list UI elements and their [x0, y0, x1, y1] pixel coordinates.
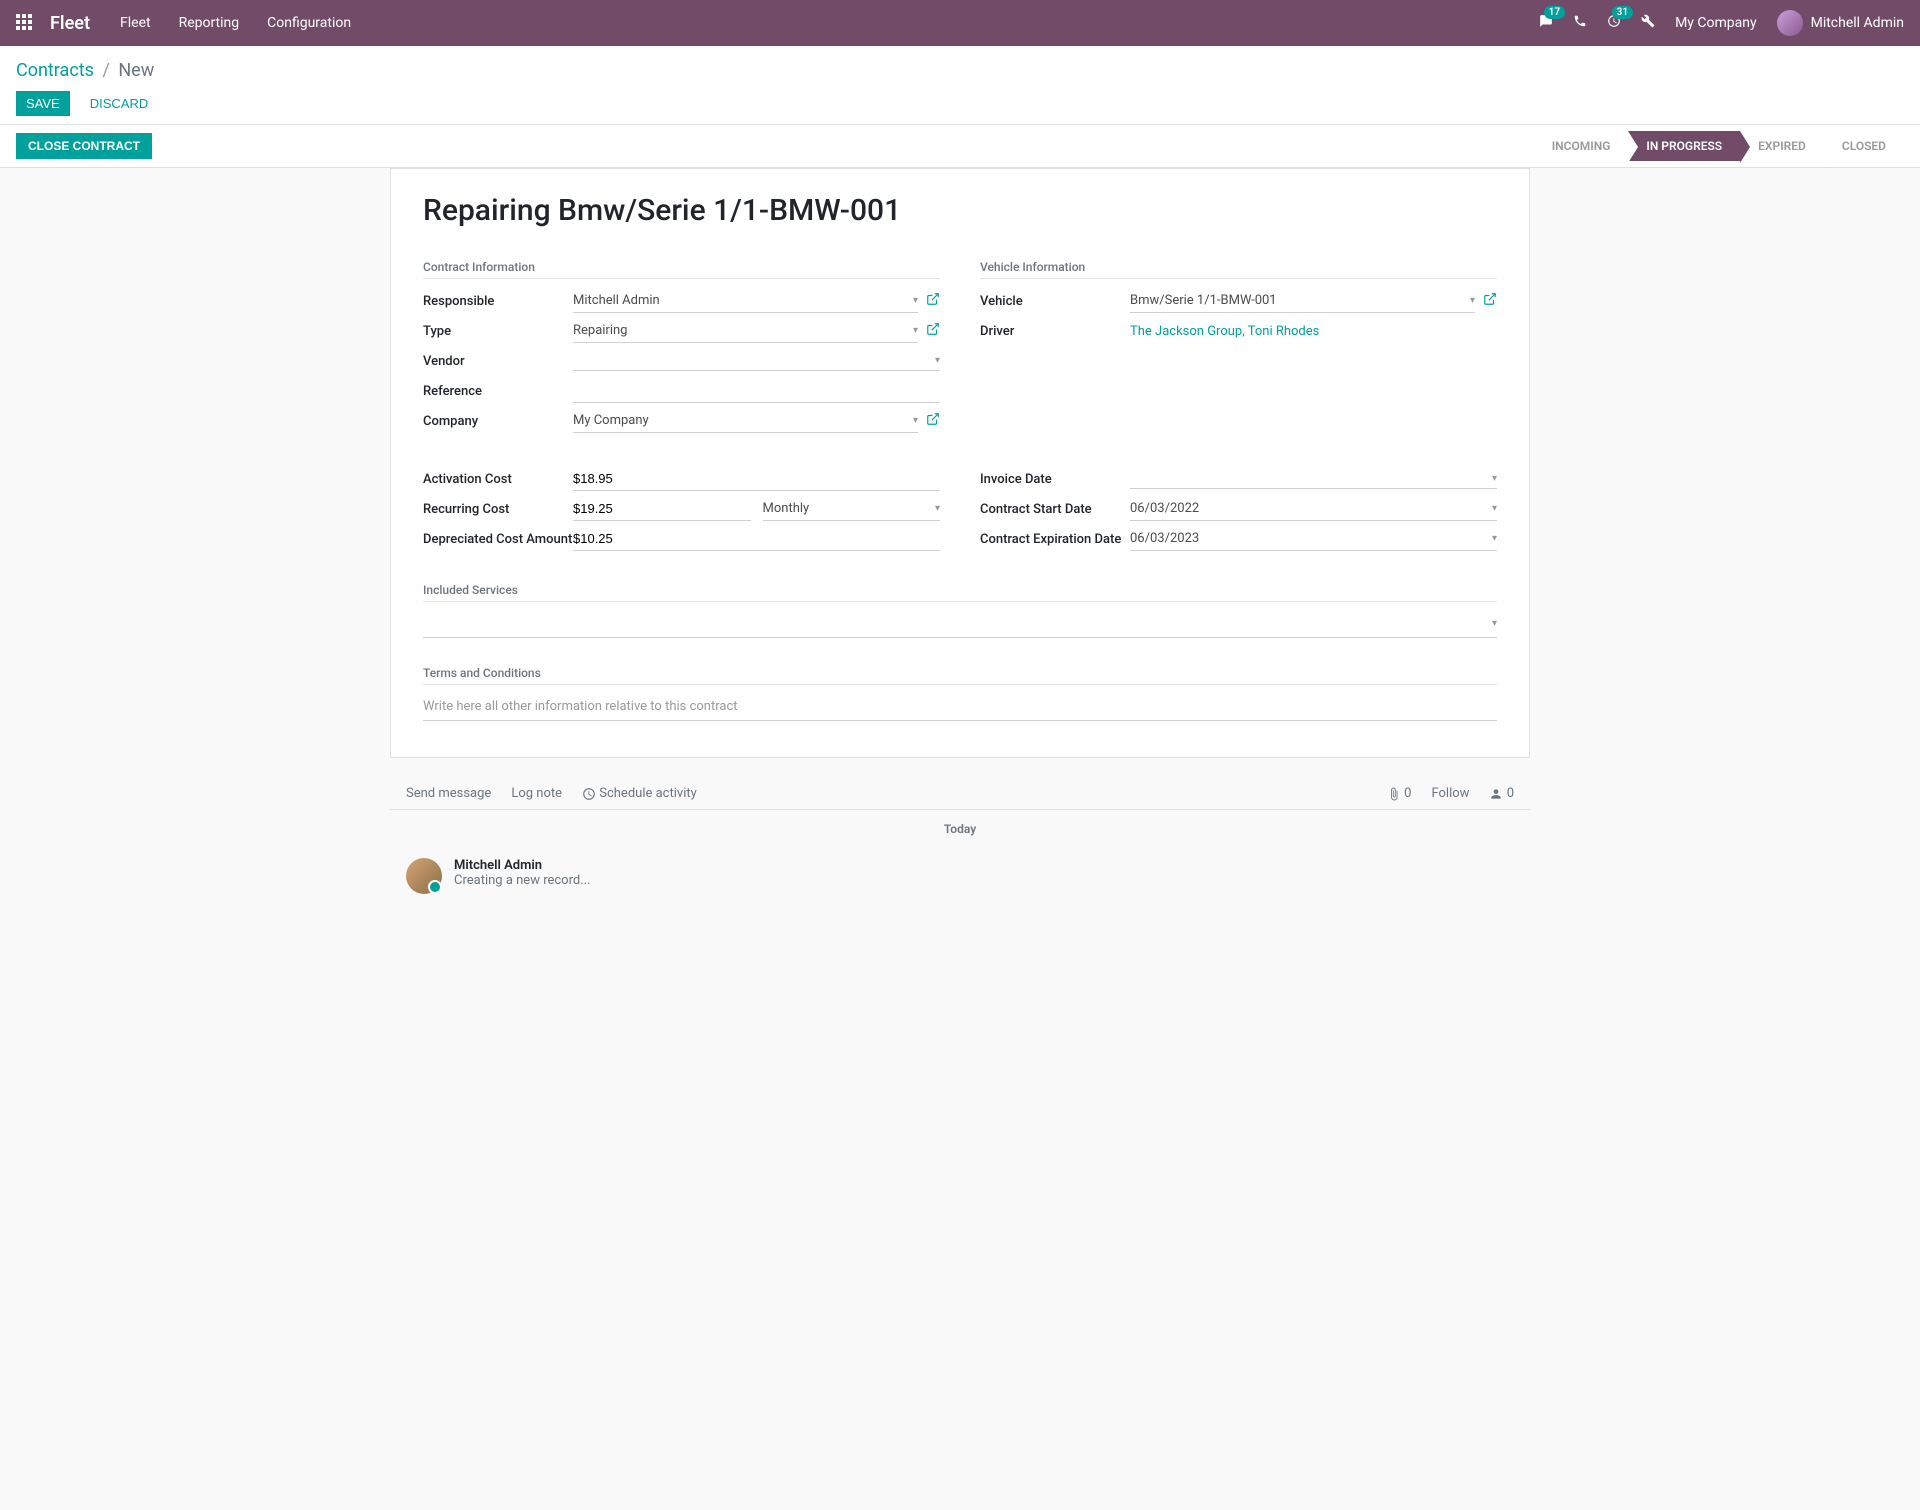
chatter-date-header: Today — [390, 822, 1530, 836]
status-in-progress[interactable]: IN PROGRESS — [1628, 131, 1740, 161]
input-type[interactable]: Repairing▾ — [573, 319, 918, 343]
nav-configuration[interactable]: Configuration — [267, 15, 351, 31]
label-vendor: Vendor — [423, 354, 573, 369]
message-author: Mitchell Admin — [454, 858, 591, 873]
close-contract-button[interactable]: CLOSE CONTRACT — [16, 133, 152, 159]
label-recurring-cost: Recurring Cost — [423, 502, 573, 517]
input-included-services[interactable]: ▾ — [423, 610, 1497, 638]
apps-icon[interactable] — [16, 14, 34, 32]
log-note-button[interactable]: Log note — [511, 786, 562, 801]
activity-icon[interactable]: 31 — [1607, 14, 1621, 32]
label-start-date: Contract Start Date — [980, 502, 1130, 517]
breadcrumb: Contracts / New — [16, 60, 1904, 81]
chat-icon[interactable]: 17 — [1539, 14, 1553, 32]
send-message-button[interactable]: Send message — [406, 786, 491, 801]
input-recurring-period[interactable]: Monthly▾ — [763, 497, 941, 521]
followers-count[interactable]: 0 — [1489, 786, 1514, 801]
user-menu[interactable]: Mitchell Admin — [1777, 10, 1904, 36]
input-terms[interactable]: Write here all other information relativ… — [423, 693, 1497, 721]
label-reference: Reference — [423, 384, 573, 399]
label-invoice-date: Invoice Date — [980, 472, 1130, 487]
label-driver: Driver — [980, 324, 1130, 339]
form-sheet: Repairing Bmw/Serie 1/1-BMW-001 Contract… — [390, 168, 1530, 758]
breadcrumb-bar: Contracts / New SAVE DISCARD — [0, 46, 1920, 125]
input-reference[interactable] — [573, 379, 940, 403]
external-link-icon[interactable] — [926, 292, 940, 310]
chat-badge: 17 — [1544, 6, 1565, 19]
phone-icon[interactable] — [1573, 14, 1587, 32]
message-body: Creating a new record... — [454, 873, 591, 888]
chevron-down-icon[interactable]: ▾ — [1492, 503, 1497, 514]
label-activation-cost: Activation Cost — [423, 472, 573, 487]
input-activation-cost[interactable] — [573, 467, 940, 491]
chevron-down-icon[interactable]: ▾ — [935, 355, 940, 366]
label-expiration-date: Contract Expiration Date — [980, 532, 1130, 547]
status-expired[interactable]: EXPIRED — [1740, 131, 1824, 161]
save-button[interactable]: SAVE — [16, 91, 70, 116]
input-vendor[interactable]: ▾ — [573, 351, 940, 371]
input-responsible[interactable]: Mitchell Admin▾ — [573, 289, 918, 313]
chatter: Send message Log note Schedule activity … — [390, 778, 1530, 904]
top-navbar: Fleet Fleet Reporting Configuration 17 3… — [0, 0, 1920, 46]
tools-icon[interactable] — [1641, 14, 1655, 32]
section-included-services: Included Services — [423, 583, 1497, 602]
chevron-down-icon[interactable]: ▾ — [1492, 618, 1497, 629]
label-company: Company — [423, 414, 573, 429]
user-avatar — [1777, 10, 1803, 36]
status-bar: INCOMING IN PROGRESS EXPIRED CLOSED — [1534, 131, 1904, 161]
status-closed[interactable]: CLOSED — [1824, 131, 1904, 161]
chevron-down-icon[interactable]: ▾ — [1470, 295, 1475, 306]
input-start-date[interactable]: 06/03/2022▾ — [1130, 497, 1497, 521]
input-expiration-date[interactable]: 06/03/2023▾ — [1130, 527, 1497, 551]
input-recurring-cost[interactable] — [573, 497, 751, 521]
label-vehicle: Vehicle — [980, 294, 1130, 309]
chatter-message: Mitchell Admin Creating a new record... — [390, 848, 1530, 904]
message-avatar — [406, 858, 442, 894]
follow-button[interactable]: Follow — [1431, 786, 1469, 801]
input-depreciated[interactable] — [573, 527, 940, 551]
chevron-down-icon[interactable]: ▾ — [935, 503, 940, 514]
external-link-icon[interactable] — [1483, 292, 1497, 310]
brand[interactable]: Fleet — [50, 13, 90, 34]
chevron-down-icon[interactable]: ▾ — [913, 325, 918, 336]
label-type: Type — [423, 324, 573, 339]
label-responsible: Responsible — [423, 294, 573, 309]
section-vehicle-info: Vehicle Information — [980, 260, 1497, 279]
input-company[interactable]: My Company▾ — [573, 409, 918, 433]
section-terms: Terms and Conditions — [423, 666, 1497, 685]
discard-button[interactable]: DISCARD — [80, 91, 159, 116]
nav-fleet[interactable]: Fleet — [120, 15, 151, 31]
chevron-down-icon[interactable]: ▾ — [1492, 473, 1497, 484]
chevron-down-icon[interactable]: ▾ — [913, 415, 918, 426]
label-depreciated: Depreciated Cost Amount — [423, 532, 573, 547]
chevron-down-icon[interactable]: ▾ — [913, 295, 918, 306]
activity-badge: 31 — [1612, 6, 1633, 19]
company-selector[interactable]: My Company — [1675, 15, 1757, 31]
driver-link[interactable]: The Jackson Group, Toni Rhodes — [1130, 324, 1319, 339]
status-row: CLOSE CONTRACT INCOMING IN PROGRESS EXPI… — [0, 125, 1920, 168]
status-incoming[interactable]: INCOMING — [1534, 131, 1629, 161]
schedule-activity-button[interactable]: Schedule activity — [582, 786, 697, 801]
breadcrumb-current: New — [118, 60, 154, 81]
attachments-count[interactable]: 0 — [1387, 786, 1412, 801]
nav-reporting[interactable]: Reporting — [179, 15, 240, 31]
breadcrumb-parent[interactable]: Contracts — [16, 60, 94, 81]
form-title: Repairing Bmw/Serie 1/1-BMW-001 — [423, 193, 1497, 228]
external-link-icon[interactable] — [926, 322, 940, 340]
input-invoice-date[interactable]: ▾ — [1130, 469, 1497, 489]
section-contract-info: Contract Information — [423, 260, 940, 279]
chevron-down-icon[interactable]: ▾ — [1492, 533, 1497, 544]
user-name: Mitchell Admin — [1811, 15, 1904, 31]
external-link-icon[interactable] — [926, 412, 940, 430]
input-vehicle[interactable]: Bmw/Serie 1/1-BMW-001▾ — [1130, 289, 1475, 313]
